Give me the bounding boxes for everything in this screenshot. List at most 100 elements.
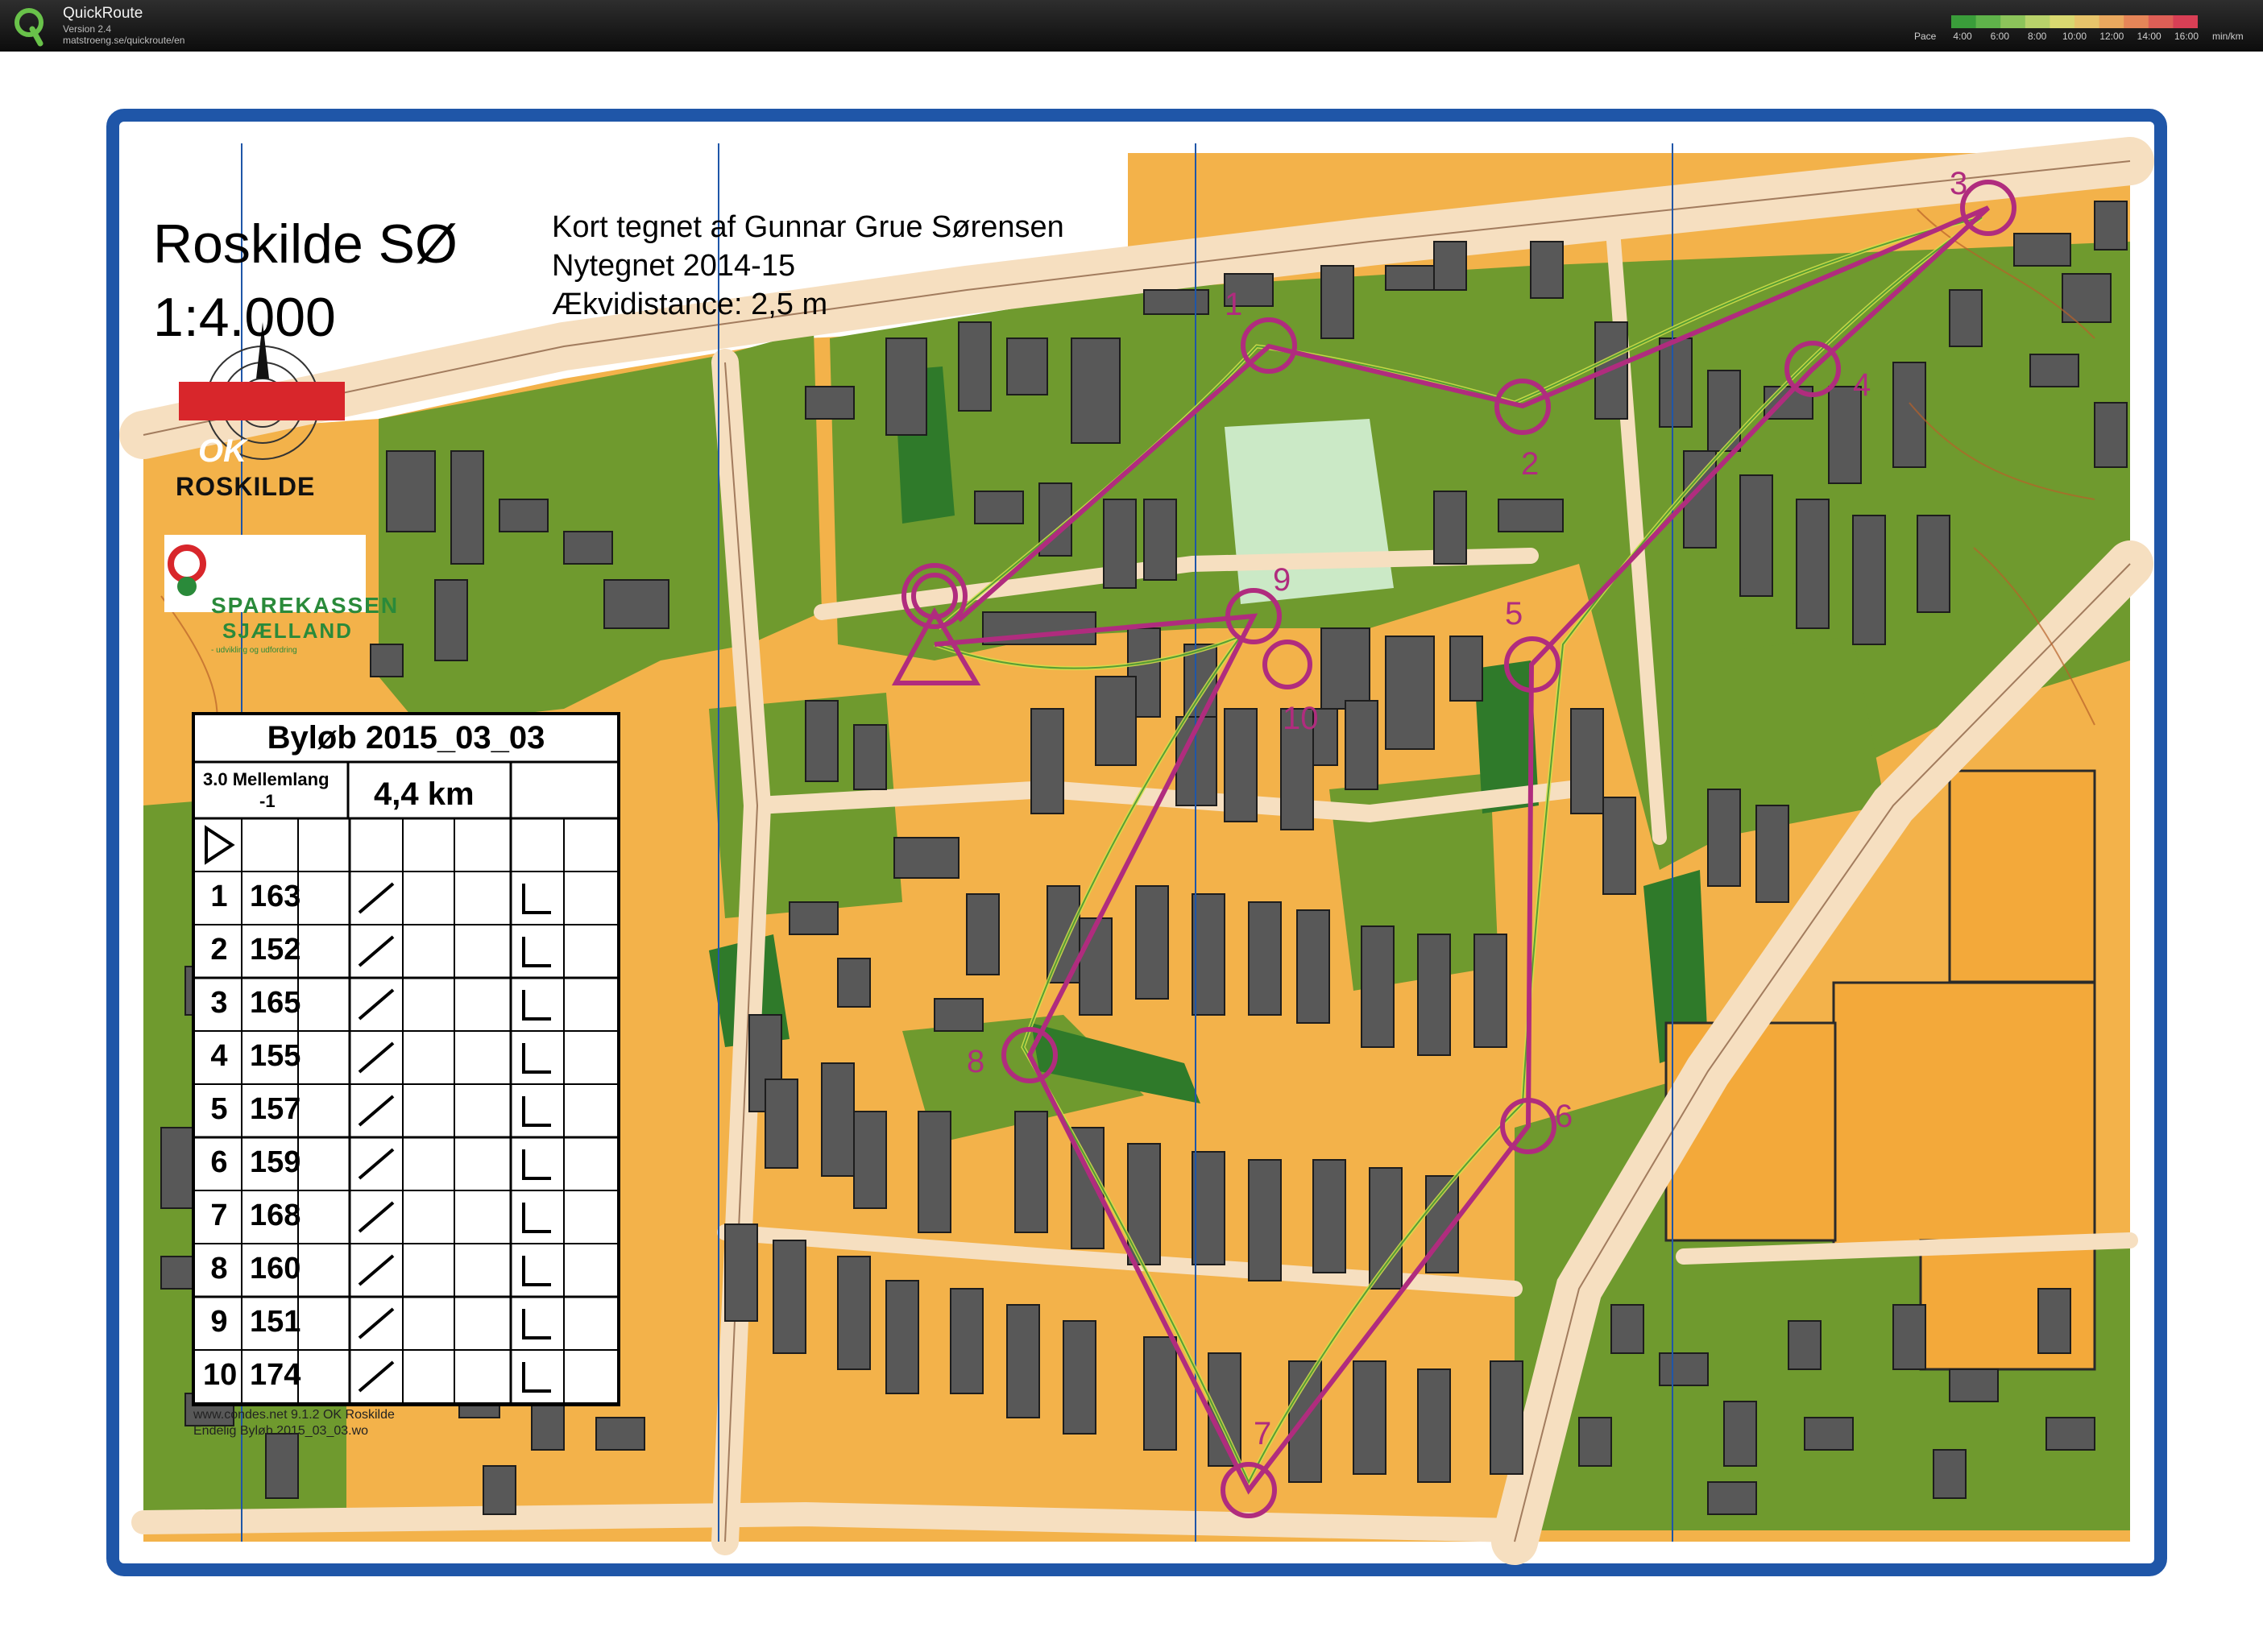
description-footer-1: www.condes.net 9.1.2 OK Roskilde [193, 1408, 395, 1422]
location-symbol-icon [522, 1362, 551, 1393]
building [1498, 499, 1564, 532]
location-symbol-icon [522, 1309, 551, 1339]
pace-tick-label: 6:00 [1990, 31, 2010, 42]
building [1578, 1417, 1612, 1467]
pace-color-segment [2074, 15, 2100, 28]
pace-color-segment [2173, 15, 2198, 28]
building [265, 1433, 299, 1499]
building [483, 1465, 516, 1515]
pace-tick-label: 16:00 [2174, 31, 2199, 42]
building [1739, 474, 1773, 597]
control-number: 8 [210, 1252, 228, 1286]
building [1610, 1304, 1644, 1354]
map-control-label-10: 10 [1283, 701, 1319, 736]
pace-unit: min/km [2212, 31, 2244, 42]
building [2013, 233, 2071, 267]
app-version: Version 2.4 [63, 23, 112, 35]
building [1417, 1368, 1451, 1483]
map-contour-interval: Ækvidistance: 2,5 m [552, 288, 828, 321]
location-symbol-icon [522, 1203, 551, 1233]
building [1755, 805, 1789, 903]
building [2094, 201, 2128, 250]
course-length: 4,4 km [374, 776, 475, 812]
map-control-label-3: 3 [1950, 166, 1968, 201]
building [1933, 1449, 1967, 1499]
building [1659, 1352, 1709, 1386]
quickroute-logo-icon [15, 8, 44, 47]
building [603, 579, 669, 629]
app-name: QuickRoute [63, 5, 143, 22]
map-revision: Nytegnet 2014-15 [552, 249, 796, 283]
map-area[interactable]: Roskilde SØ 1:4.000 Kort tegnet af Gunna… [0, 52, 2263, 1652]
building [950, 1288, 984, 1394]
course-class: 3.0 Mellemlang [203, 769, 330, 789]
feature-symbol-icon [358, 882, 395, 914]
building [885, 337, 927, 436]
building [1707, 1481, 1757, 1515]
map-title: Roskilde SØ [153, 213, 458, 275]
building [1103, 499, 1137, 589]
building [1312, 1159, 1346, 1273]
building [1949, 289, 1983, 347]
building [1385, 265, 1435, 291]
building [1143, 289, 1209, 315]
control-code: 152 [250, 933, 301, 967]
location-symbol-icon [522, 937, 551, 967]
building [773, 1240, 806, 1354]
building [1248, 901, 1282, 1016]
building [1143, 499, 1177, 581]
feature-symbol-icon [358, 935, 395, 967]
control-code: 155 [250, 1039, 301, 1073]
building [893, 837, 959, 879]
building [1602, 797, 1636, 895]
feature-symbol-icon [358, 1254, 395, 1286]
building [370, 644, 404, 677]
feature-symbol-icon [358, 1095, 395, 1127]
building [1490, 1360, 1523, 1475]
course-class-sub: -1 [259, 791, 276, 811]
building [1917, 515, 1950, 613]
control-code: 168 [250, 1199, 301, 1232]
control-code: 174 [250, 1358, 301, 1392]
control-number: 6 [210, 1145, 228, 1179]
feature-symbol-icon [358, 1360, 395, 1393]
building [450, 450, 484, 565]
app-url: matstroeng.se/quickroute/en [63, 35, 185, 46]
building [1192, 1151, 1225, 1265]
building [2045, 1417, 2095, 1451]
map-control-label-7: 7 [1254, 1416, 1272, 1451]
club-name: ROSKILDE [176, 472, 316, 501]
control-number: 3 [210, 986, 228, 1020]
map-control-label-9: 9 [1273, 562, 1291, 598]
control-number: 1 [210, 880, 228, 913]
building [837, 1256, 871, 1370]
building [1296, 909, 1330, 1024]
building [1353, 1360, 1386, 1475]
control-code: 159 [250, 1145, 301, 1179]
location-symbol-icon [522, 884, 551, 914]
building [1723, 1401, 1757, 1467]
building [958, 321, 992, 412]
building [563, 531, 613, 565]
building [1071, 337, 1121, 444]
pace-tick-label: 8:00 [2027, 31, 2047, 42]
map-control-label-4: 4 [1853, 367, 1871, 403]
building [1361, 925, 1395, 1048]
control-code: 157 [250, 1092, 301, 1126]
feature-symbol-icon [358, 1307, 395, 1339]
building [1892, 1304, 1926, 1370]
control-code: 165 [250, 986, 301, 1020]
building [1433, 241, 1467, 291]
building [1030, 708, 1064, 814]
pace-color-segment [2050, 15, 2075, 28]
building [1006, 337, 1048, 395]
control-number: 4 [210, 1039, 228, 1073]
map-control-label-2: 2 [1521, 446, 1540, 482]
building [1804, 1417, 1854, 1451]
map-credit: Kort tegnet af Gunnar Grue Sørensen [552, 210, 1064, 244]
building [1095, 676, 1137, 766]
pace-tick-label: 12:00 [2099, 31, 2124, 42]
pace-color-segment [2124, 15, 2149, 28]
building [1014, 1111, 1048, 1233]
location-symbol-icon [522, 990, 551, 1021]
